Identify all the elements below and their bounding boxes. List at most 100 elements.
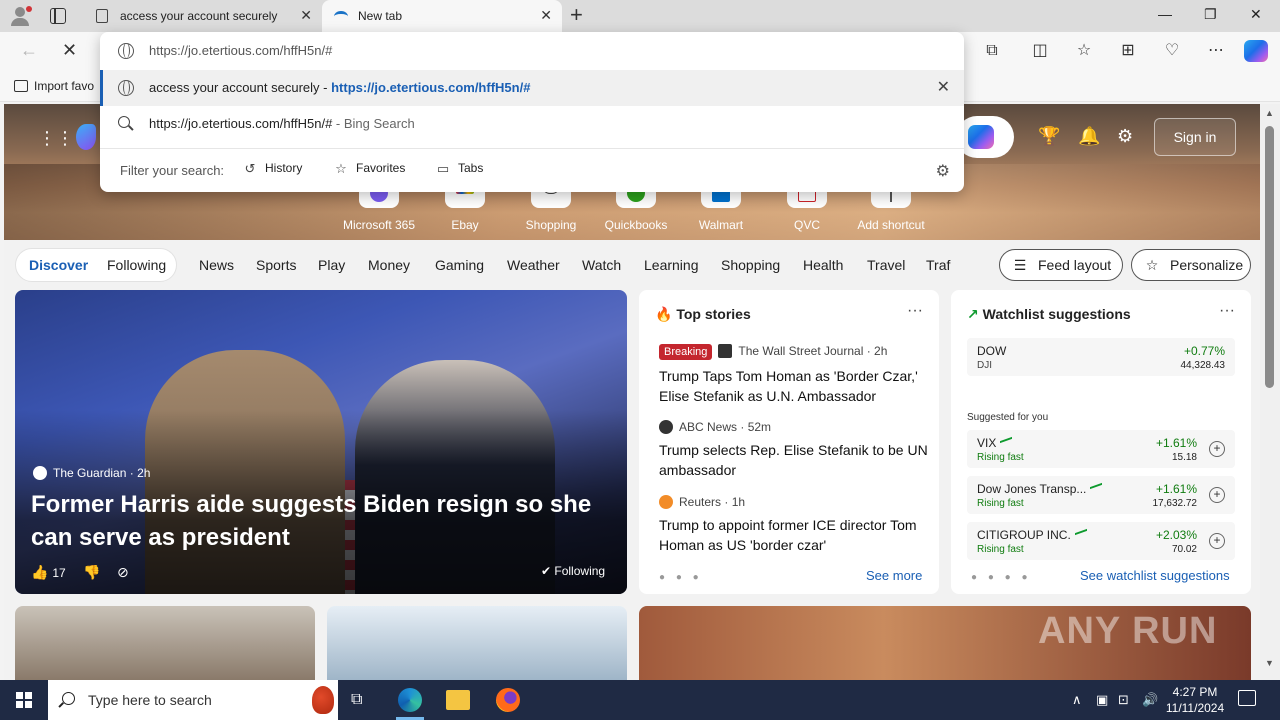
story-headline[interactable]: Former Harris aide suggests Biden resign… bbox=[31, 488, 621, 554]
wsj-logo bbox=[718, 344, 733, 358]
scroll-thumb[interactable] bbox=[1265, 126, 1274, 388]
filter-favorites[interactable]: ☆ Favorites bbox=[334, 161, 405, 176]
tab-new-tab[interactable]: New tab ✕ bbox=[322, 0, 562, 32]
suggestion-history[interactable]: access your account securely - https://j… bbox=[100, 70, 964, 106]
remove-suggestion-icon[interactable]: ✕ bbox=[937, 77, 950, 97]
story-item[interactable]: Breaking The Wall Street Journal · 2h Tru… bbox=[659, 344, 929, 406]
nav-sports[interactable]: Sports bbox=[256, 257, 296, 273]
story-image-travel[interactable] bbox=[15, 606, 315, 680]
browser-essentials-icon[interactable]: ♡ bbox=[1162, 41, 1182, 61]
collections-icon[interactable]: ⊞ bbox=[1118, 41, 1138, 61]
taskbar-edge[interactable] bbox=[386, 680, 434, 720]
address-input[interactable]: https://jo.etertious.com/hffH5n/# bbox=[149, 43, 332, 58]
watchlist-row-vix[interactable]: VIX Rising fast +1.61% 15.18 + bbox=[967, 430, 1235, 468]
more-menu-icon[interactable]: ⋯ bbox=[1206, 41, 1226, 61]
story-item[interactable]: ABC News · 52m Trump selects Rep. Elise … bbox=[659, 420, 929, 480]
address-bar[interactable]: https://jo.etertious.com/hffH5n/# bbox=[100, 32, 964, 70]
nav-weather[interactable]: Weather bbox=[507, 257, 560, 273]
tab-following[interactable]: Following bbox=[107, 257, 166, 273]
notifications-icon[interactable]: 🔔 bbox=[1078, 126, 1100, 147]
like-button[interactable]: 👍 17 bbox=[31, 564, 66, 581]
scroll-down-icon[interactable]: ▼ bbox=[1265, 658, 1274, 668]
dislike-button[interactable]: 👎 bbox=[83, 564, 100, 581]
abc-news-logo bbox=[659, 420, 673, 434]
tab-close-icon[interactable]: ✕ bbox=[540, 7, 552, 24]
hide-story-icon[interactable]: ⊘ bbox=[117, 564, 129, 581]
nav-watch[interactable]: Watch bbox=[582, 257, 621, 273]
pagination-dots[interactable]: ● ● ● ● bbox=[971, 572, 1032, 583]
microsoft-start-logo[interactable] bbox=[76, 124, 96, 150]
app-launcher-icon[interactable]: ⋮⋮⋮ bbox=[38, 128, 92, 148]
copilot-button[interactable] bbox=[956, 116, 1014, 158]
watchlist-row-citigroup[interactable]: CITIGROUP INC. Rising fast +2.03% 70.02 … bbox=[967, 522, 1235, 560]
main-story-card[interactable]: The Guardian · 2h Former Harris aide sug… bbox=[15, 290, 627, 594]
see-more-link[interactable]: See more bbox=[866, 568, 922, 583]
copilot-icon[interactable] bbox=[1244, 40, 1268, 62]
search-settings-icon[interactable]: ⚙ bbox=[936, 161, 950, 181]
see-watchlist-link[interactable]: See watchlist suggestions bbox=[1080, 568, 1230, 583]
new-tab-button[interactable]: + bbox=[570, 4, 583, 26]
taskbar-search[interactable]: Type here to search bbox=[48, 680, 338, 720]
device-icon[interactable]: ▣ bbox=[1096, 692, 1108, 708]
page-scrollbar[interactable]: ▲ ▼ bbox=[1260, 104, 1280, 680]
nav-gaming[interactable]: Gaming bbox=[435, 257, 484, 273]
globe-icon bbox=[118, 43, 134, 59]
nav-travel[interactable]: Travel bbox=[867, 257, 905, 273]
split-screen-icon[interactable]: ◫ bbox=[1030, 41, 1050, 61]
story-image-city[interactable] bbox=[327, 606, 627, 680]
add-to-watchlist-icon[interactable]: + bbox=[1209, 487, 1225, 503]
nav-learning[interactable]: Learning bbox=[644, 257, 699, 273]
tab-actions-icon[interactable] bbox=[50, 8, 66, 24]
nav-play[interactable]: Play bbox=[318, 257, 345, 273]
notification-center-icon[interactable] bbox=[1238, 690, 1256, 706]
filter-history[interactable]: ↺ History bbox=[243, 161, 303, 176]
sign-in-button[interactable]: Sign in bbox=[1154, 118, 1236, 156]
personalize-button[interactable]: ☆ Personalize bbox=[1131, 249, 1251, 281]
tab-access-account[interactable]: access your account securely ✕ bbox=[84, 0, 322, 32]
more-options-icon[interactable]: ··· bbox=[907, 302, 923, 320]
nav-money[interactable]: Money bbox=[368, 257, 410, 273]
watchlist-row-dow-transport[interactable]: Dow Jones Transp... Rising fast +1.61% 1… bbox=[967, 476, 1235, 514]
taskbar-firefox[interactable] bbox=[484, 680, 532, 720]
clock[interactable]: 4:27 PM 11/11/2024 bbox=[1160, 684, 1230, 716]
scroll-up-icon[interactable]: ▲ bbox=[1265, 108, 1274, 118]
nav-shopping[interactable]: Shopping bbox=[721, 257, 780, 273]
story-item[interactable]: Reuters · 1h Trump to appoint former ICE… bbox=[659, 495, 929, 555]
start-button[interactable] bbox=[16, 692, 32, 708]
stop-loading-button[interactable]: ✕ bbox=[62, 40, 77, 61]
profile-button[interactable] bbox=[8, 4, 34, 28]
suggestion-bing-search[interactable]: https://jo.etertious.com/hffH5n/# - Bing… bbox=[100, 106, 964, 142]
more-options-icon[interactable]: ··· bbox=[1219, 302, 1235, 320]
tab-title: access your account securely bbox=[120, 9, 278, 23]
pagination-dots[interactable]: ● ● ● bbox=[659, 572, 703, 583]
network-icon[interactable]: ⊡ bbox=[1118, 692, 1129, 708]
show-hidden-icons[interactable]: ∧ bbox=[1072, 692, 1082, 708]
nav-news[interactable]: News bbox=[199, 257, 234, 273]
nav-health[interactable]: Health bbox=[803, 257, 843, 273]
watchlist-row-dow[interactable]: DOW DJI +0.77% 44,328.43 bbox=[967, 338, 1235, 376]
nav-traffic[interactable]: Traf bbox=[926, 257, 950, 273]
close-window-button[interactable]: ✕ bbox=[1250, 6, 1262, 23]
import-favorites-button[interactable]: Import favo bbox=[14, 79, 94, 93]
minimize-button[interactable]: — bbox=[1158, 6, 1172, 22]
extensions-icon[interactable]: ⧉ bbox=[982, 41, 1002, 61]
task-view-icon[interactable]: ⧉ bbox=[351, 691, 362, 709]
tabs-icon: ▭ bbox=[436, 161, 450, 176]
tab-discover[interactable]: Discover bbox=[29, 257, 88, 273]
restore-button[interactable]: ❐ bbox=[1204, 6, 1217, 23]
tab-close-icon[interactable]: ✕ bbox=[300, 7, 312, 24]
search-filter-bar: Filter your search: ↺ History ☆ Favorites … bbox=[100, 148, 964, 188]
taskbar-file-explorer[interactable] bbox=[434, 680, 482, 720]
settings-icon[interactable]: ⚙ bbox=[1117, 126, 1133, 147]
add-to-watchlist-icon[interactable]: + bbox=[1209, 441, 1225, 457]
volume-icon[interactable]: 🔊 bbox=[1142, 692, 1158, 708]
favorites-icon[interactable]: ☆ bbox=[1074, 41, 1094, 61]
watchlist-heading: ↗ Watchlist suggestions bbox=[967, 306, 1131, 322]
filter-tabs[interactable]: ▭ Tabs bbox=[436, 161, 484, 176]
rewards-icon[interactable]: 🏆 bbox=[1038, 126, 1060, 147]
add-to-watchlist-icon[interactable]: + bbox=[1209, 533, 1225, 549]
following-status[interactable]: ✔ Following bbox=[541, 564, 605, 578]
suggested-label: Suggested for you bbox=[967, 412, 1049, 423]
feed-layout-button[interactable]: ☰ Feed layout bbox=[999, 249, 1123, 281]
back-button[interactable]: ← bbox=[20, 40, 38, 61]
